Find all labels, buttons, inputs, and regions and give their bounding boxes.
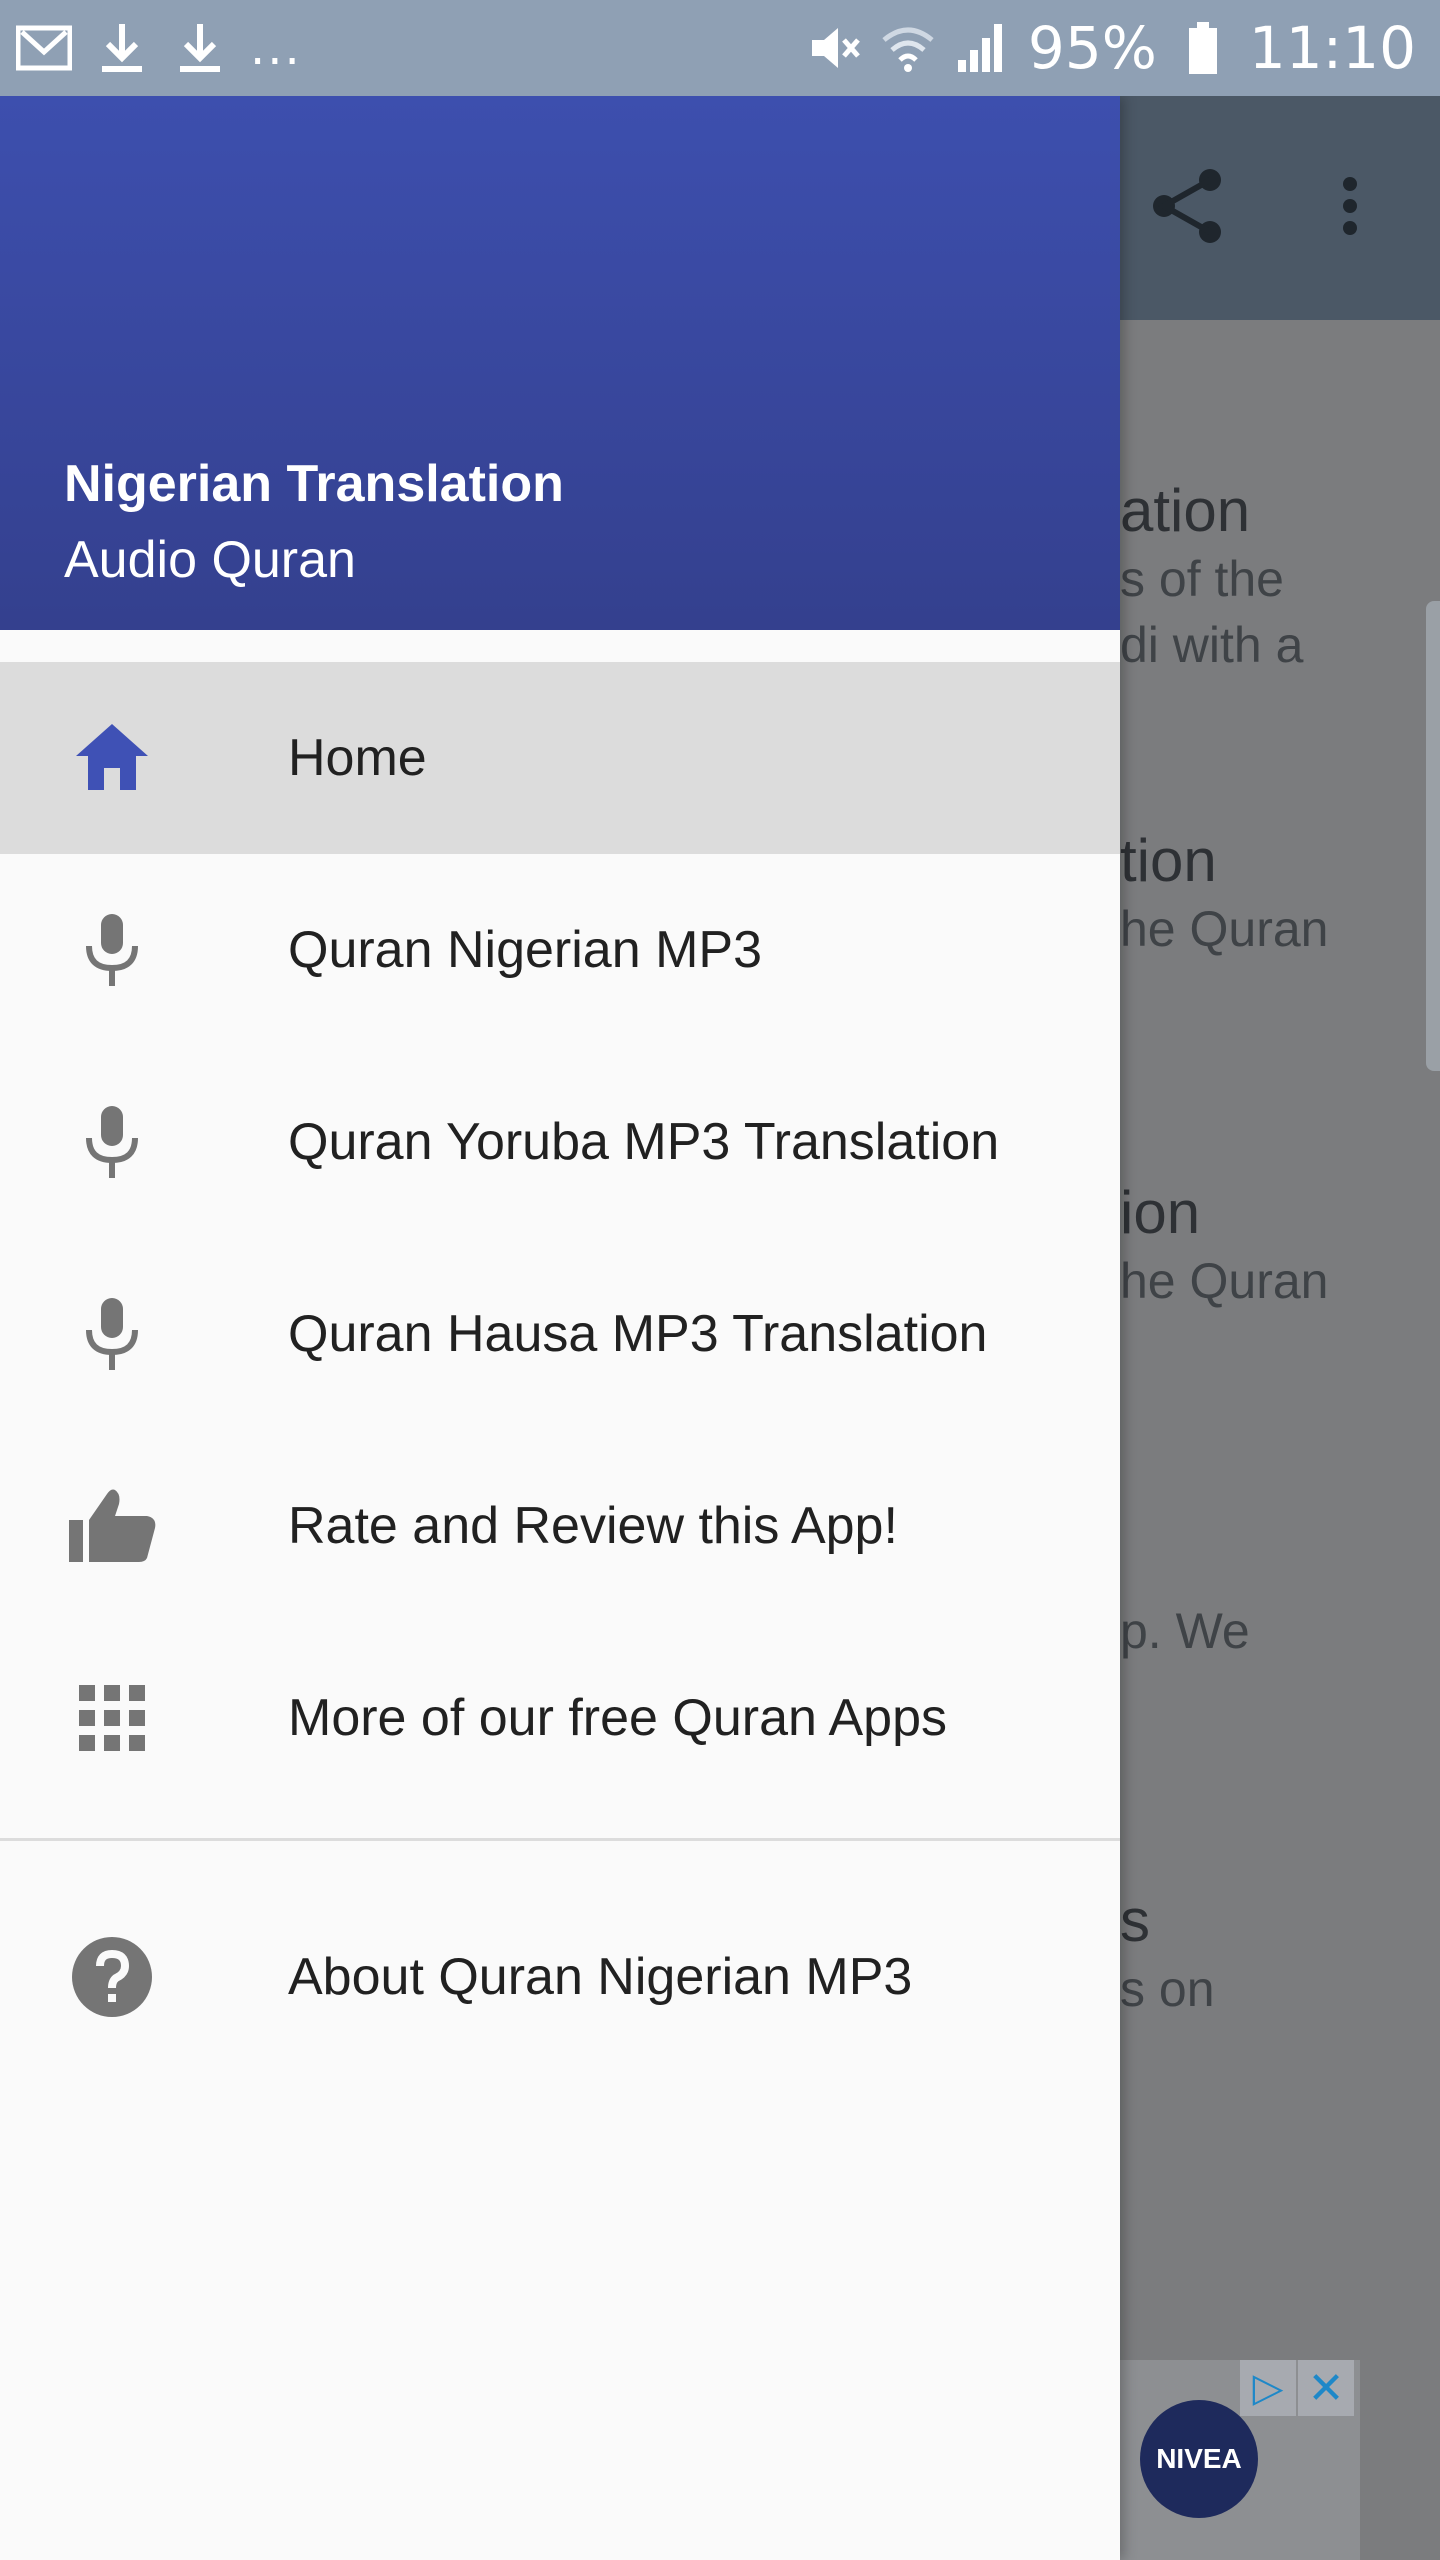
scrollbar[interactable]	[1426, 601, 1440, 1071]
menu-item-label: About Quran Nigerian MP3	[288, 1948, 913, 2006]
drawer-subtitle: Audio Quran	[64, 531, 356, 589]
menu-item-quran-nigerian-mp3[interactable]: Quran Nigerian MP3	[0, 854, 1120, 1046]
list-item-subtitle: he Quran	[1120, 1253, 1329, 1309]
list-item: ation s of the di with a	[1120, 476, 1440, 678]
ad-logo[interactable]: NIVEA	[1140, 2400, 1258, 2518]
list-item-subtitle: he Quran	[1120, 901, 1329, 957]
list-item: tion he Quran	[1120, 826, 1440, 962]
menu-item-quran-hausa-mp3[interactable]: Quran Hausa MP3 Translation	[0, 1238, 1120, 1430]
menu-item-label: Home	[288, 729, 427, 787]
adchoices-icon[interactable]: ▷	[1240, 2360, 1296, 2416]
menu-item-label: Rate and Review this App!	[288, 1497, 898, 1555]
mute-icon	[806, 20, 862, 76]
close-icon[interactable]: ✕	[1298, 2360, 1354, 2416]
list-item: s s on	[1120, 1886, 1440, 2022]
home-icon	[64, 710, 160, 806]
list-item-title: s	[1120, 1887, 1150, 1954]
list-item-subtitle: s of the	[1120, 551, 1284, 607]
list-item-subtitle: s on	[1120, 1961, 1215, 2017]
microphone-icon	[64, 902, 160, 998]
menu-item-about[interactable]: About Quran Nigerian MP3	[0, 1881, 1120, 2073]
list-item-subtitle: di with a	[1120, 617, 1304, 673]
list-item-title: ion	[1120, 1179, 1201, 1246]
clock: 11:10	[1248, 14, 1416, 82]
drawer-menu: Home Quran Nigerian MP3 Quran Yoruba MP3…	[0, 662, 1120, 2073]
menu-item-label: Quran Yoruba MP3 Translation	[288, 1113, 1000, 1171]
battery-icon	[1175, 20, 1231, 76]
signal-icon	[954, 20, 1010, 76]
list-item-subtitle: p. We	[1120, 1603, 1250, 1659]
drawer-title: Nigerian Translation	[64, 455, 564, 513]
menu-item-quran-yoruba-mp3[interactable]: Quran Yoruba MP3 Translation	[0, 1046, 1120, 1238]
list-item-title: ation	[1120, 477, 1251, 544]
microphone-icon	[64, 1094, 160, 1190]
gmail-notification-icon	[16, 20, 72, 76]
menu-item-label: More of our free Quran Apps	[288, 1689, 948, 1747]
thumbs-up-icon	[64, 1478, 160, 1574]
download-icon	[172, 20, 228, 76]
list-item: ion he Quran	[1120, 1178, 1440, 1314]
menu-item-more-apps[interactable]: More of our free Quran Apps	[0, 1622, 1120, 1814]
more-notifications-indicator: ...	[250, 20, 302, 76]
download-icon	[94, 20, 150, 76]
ad-banner[interactable]: NIVEA ▷ ✕	[1120, 2360, 1360, 2560]
share-icon[interactable]	[1148, 166, 1228, 246]
wifi-icon	[880, 20, 936, 76]
menu-item-home[interactable]: Home	[0, 662, 1120, 854]
list-item: p. We	[1120, 1598, 1440, 1664]
status-bar: ... 95% 11:10	[0, 0, 1440, 96]
menu-item-rate-review[interactable]: Rate and Review this App!	[0, 1430, 1120, 1622]
battery-percent: 95%	[1027, 14, 1157, 82]
navigation-drawer: Nigerian Translation Audio Quran Home Qu…	[0, 96, 1120, 2560]
apps-grid-icon	[64, 1670, 160, 1766]
list-item-title: tion	[1120, 827, 1217, 894]
menu-divider	[0, 1838, 1120, 1841]
microphone-icon	[64, 1286, 160, 1382]
drawer-header: Nigerian Translation Audio Quran	[0, 96, 1120, 630]
more-options-icon[interactable]	[1330, 174, 1370, 254]
menu-item-label: Quran Hausa MP3 Translation	[288, 1305, 988, 1363]
menu-item-label: Quran Nigerian MP3	[288, 921, 762, 979]
help-icon	[64, 1929, 160, 2025]
